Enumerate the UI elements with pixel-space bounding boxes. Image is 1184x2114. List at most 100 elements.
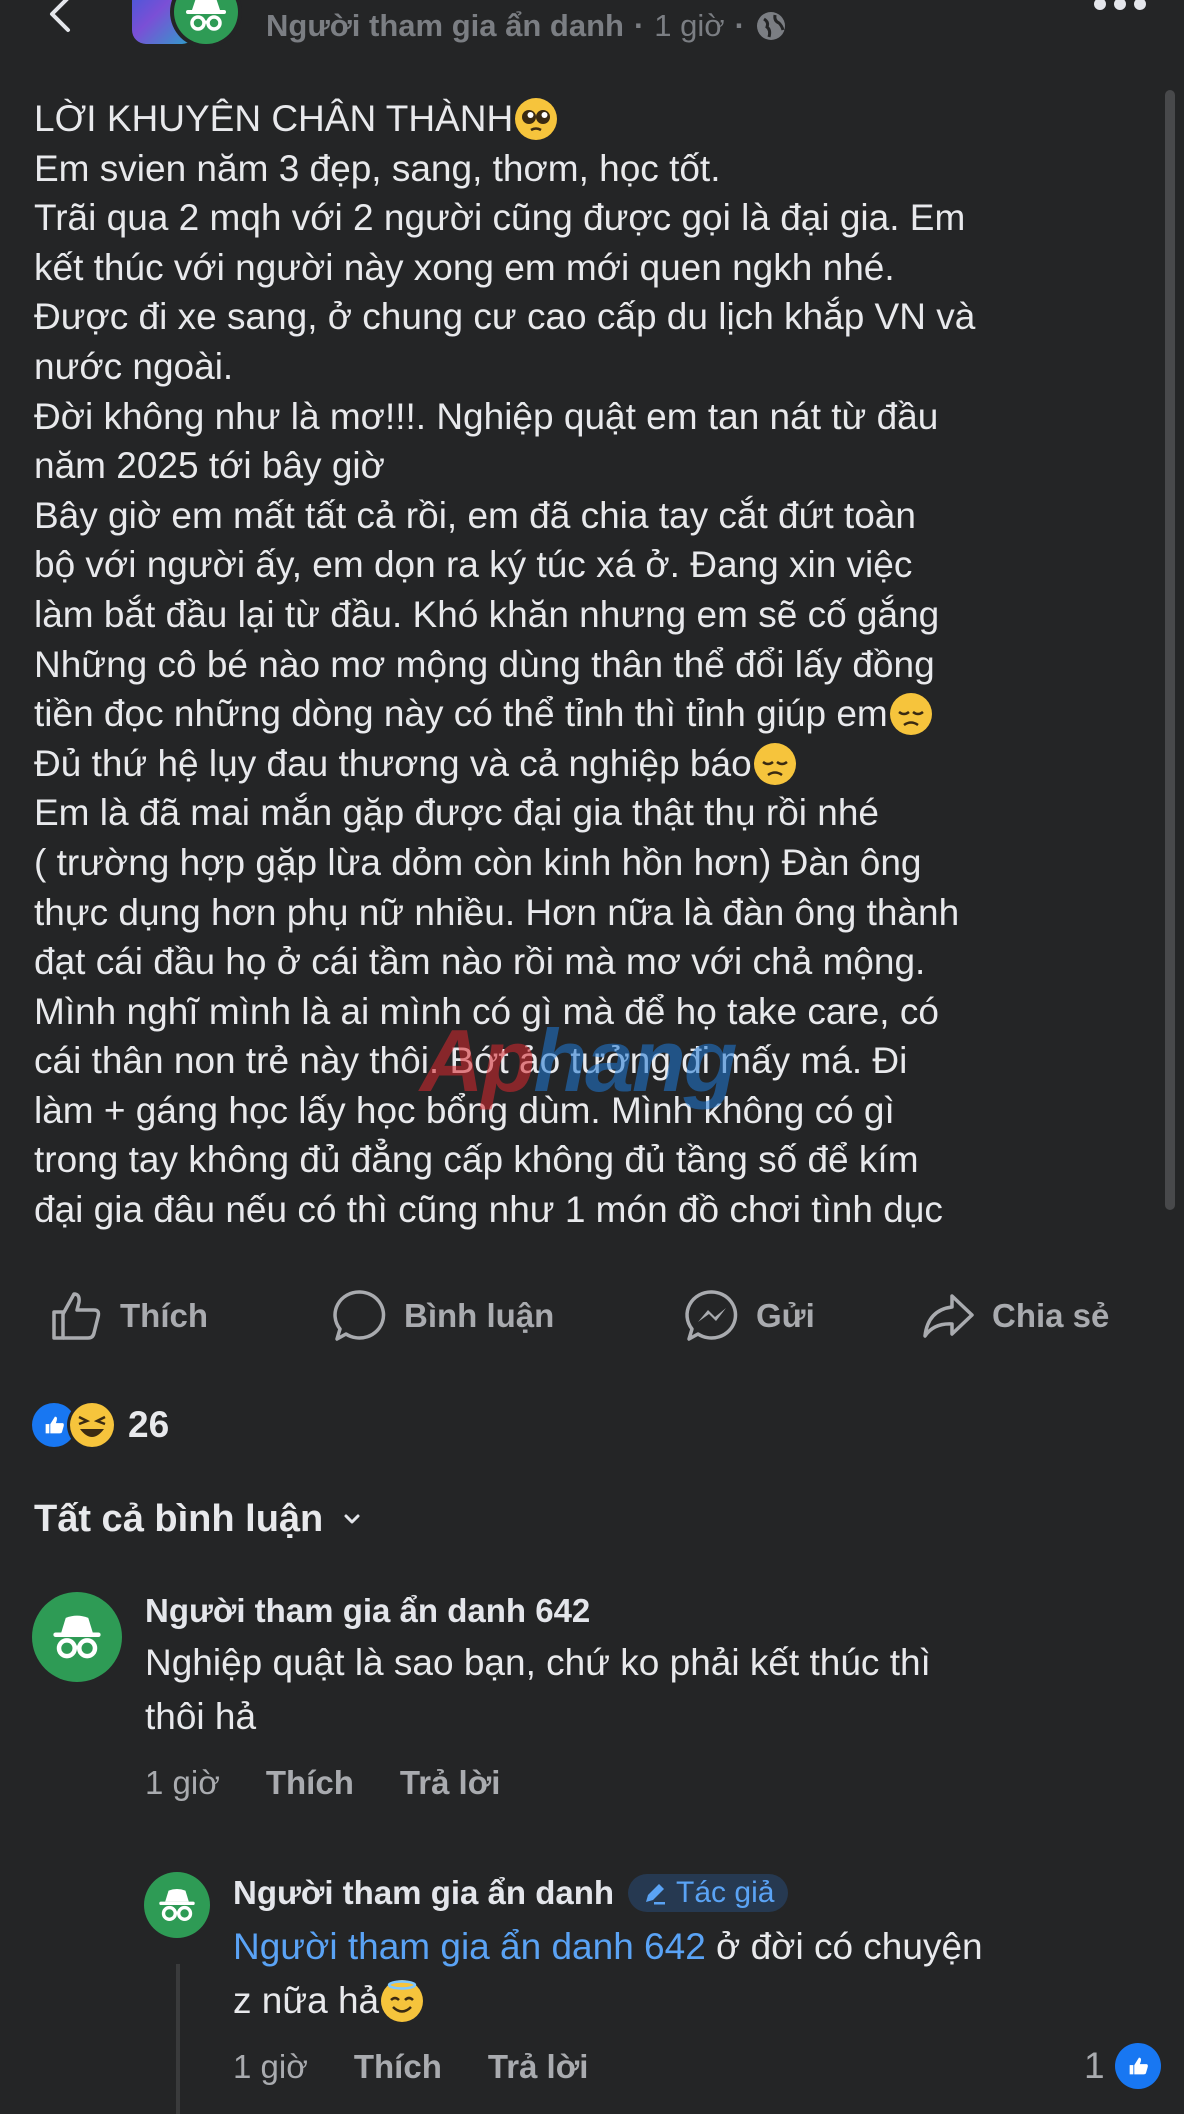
- reply-text: Người tham gia ẩn danh 642 ở đời có chuy…: [233, 1920, 1153, 2028]
- send-label: Gửi: [756, 1297, 815, 1334]
- post-line-text: thực dụng hơn phụ nữ nhiều. Hơn nữa là đ…: [34, 891, 960, 933]
- reply-reply-button[interactable]: Trả lời: [488, 2048, 589, 2086]
- thumbs-up-icon: [52, 1292, 101, 1340]
- reply-thread-line: [176, 1964, 180, 2114]
- post-line: Trãi qua 2 mqh với 2 người cũng được gọi…: [34, 193, 1154, 243]
- post-line-text: ( trường hợp gặp lừa dỏm còn kinh hồn hơ…: [34, 841, 922, 883]
- reply-time[interactable]: 1 giờ: [233, 2048, 308, 2086]
- post-line: tiền đọc những dòng này có thể tỉnh thì …: [34, 689, 1154, 739]
- share-label: Chia sẻ: [992, 1297, 1110, 1334]
- comment-bubble-icon: [333, 1290, 386, 1341]
- post-line-text: LỜI KHUYÊN CHÂN THÀNH: [34, 98, 514, 139]
- comment-reply-button[interactable]: Trả lời: [400, 1764, 501, 1802]
- pleading-face-emoji: [515, 97, 558, 140]
- reply-author-name[interactable]: Người tham gia ẩn danh: [233, 1874, 614, 1912]
- comment-text-line: thôi hả: [145, 1696, 257, 1737]
- comment-text-line: Nghiệp quật là sao bạn, chứ ko phải kết …: [145, 1642, 931, 1683]
- globe-icon: [756, 12, 785, 40]
- reply-text-line: z nữa hả: [233, 1974, 1153, 2028]
- send-button[interactable]: Gửi: [684, 1286, 815, 1346]
- post-line: đạt cái đầu họ ở cái tầm nào rồi mà mơ v…: [34, 937, 1154, 987]
- reply-actions: 1 giờ Thích Trả lời: [233, 2048, 588, 2086]
- post-line: bộ với người ấy, em dọn ra ký túc xá ở. …: [34, 540, 1154, 590]
- like-reaction-icon: [1114, 2043, 1161, 2089]
- like-label: Thích: [120, 1297, 208, 1334]
- post-line: LỜI KHUYÊN CHÂN THÀNH: [34, 94, 1154, 144]
- share-arrow-icon: [923, 1294, 974, 1338]
- post-line: nước ngoài.: [34, 342, 1154, 392]
- post-line: ( trường hợp gặp lừa dỏm còn kinh hồn hơ…: [34, 838, 1154, 888]
- post-line: trong tay không đủ đẳng cấp không đủ tần…: [34, 1135, 1154, 1185]
- reply-reaction-count[interactable]: 1: [1084, 2040, 1161, 2092]
- disappointed-face-emoji: [889, 692, 932, 735]
- more-icon[interactable]: [1090, 0, 1150, 20]
- comment-button[interactable]: Bình luận: [332, 1286, 554, 1346]
- meta-separator-2: ·: [734, 8, 745, 43]
- post-line: Em svien năm 3 đẹp, sang, thơm, học tốt.: [34, 144, 1154, 194]
- post-line-text: tiền đọc những dòng này có thể tỉnh thì …: [34, 693, 888, 735]
- scrollbar[interactable]: [1165, 90, 1175, 1210]
- reply-text-segment: ở đời có chuyện: [705, 1926, 983, 1967]
- post-line: làm bắt đầu lại từ đầu. Khó khăn nhưng e…: [34, 590, 1154, 640]
- like-button[interactable]: Thích: [48, 1286, 208, 1346]
- incognito-icon: [159, 1888, 195, 1922]
- halo-smile-emoji: [381, 1980, 424, 2022]
- post-line-text: Em là đã mai mắn gặp được đại gia thật t…: [34, 792, 880, 834]
- post-line: kết thúc với người này xong em mới quen …: [34, 243, 1154, 293]
- chevron-down-icon: [344, 1514, 360, 1524]
- post-line-text: bộ với người ấy, em dọn ra ký túc xá ở. …: [34, 544, 913, 586]
- post-line-text: đại gia đâu nếu có thì cũng như 1 món đồ…: [34, 1189, 943, 1231]
- post-line-text: Những cô bé nào mơ mộng dùng thân thể đổ…: [34, 643, 935, 685]
- messenger-icon: [685, 1290, 738, 1341]
- back-icon[interactable]: [40, 0, 80, 34]
- reply-header: Người tham gia ẩn danh Tác giả: [233, 1874, 789, 1912]
- author-name[interactable]: Người tham gia ẩn danh: [266, 8, 624, 44]
- post-header-meta: Người tham gia ẩn danh · 1 giờ ·: [266, 6, 787, 46]
- post-line-text: nước ngoài.: [34, 345, 234, 387]
- author-avatar-stack[interactable]: [132, 0, 252, 44]
- post-line-text: Bây giờ em mất tất cả rồi, em đã chia ta…: [34, 494, 916, 536]
- comments-filter-dropdown[interactable]: Tất cả bình luận: [34, 1494, 363, 1544]
- pencil-icon: [646, 1884, 666, 1905]
- mention-link[interactable]: Người tham gia ẩn danh 642: [233, 1926, 706, 1967]
- post-line: thực dụng hơn phụ nữ nhiều. Hơn nữa là đ…: [34, 888, 1154, 938]
- haha-reaction-icon: [70, 1403, 114, 1447]
- incognito-icon: [186, 0, 226, 31]
- reply-like-button[interactable]: Thích: [354, 2048, 442, 2086]
- share-button[interactable]: Chia sẻ: [920, 1286, 1109, 1346]
- post-line: Đủ thứ hệ lụy đau thương và cả nghiệp bá…: [34, 739, 1154, 789]
- watermark-part-blue: hang: [533, 1011, 737, 1110]
- reply-text-line: Người tham gia ẩn danh 642 ở đời có chuy…: [233, 1920, 1153, 1974]
- anonymous-avatar: [174, 0, 238, 44]
- post-line: Em là đã mai mắn gặp được đại gia thật t…: [34, 788, 1154, 838]
- post-line: Đời không như là mơ!!!. Nghiệp quật em t…: [34, 392, 1154, 442]
- reaction-summary[interactable]: 26: [32, 1400, 169, 1450]
- reply-like-count: 1: [1084, 2045, 1105, 2086]
- comment-text: Nghiệp quật là sao bạn, chứ ko phải kết …: [145, 1636, 1145, 1744]
- reply-text-segment: z nữa hả: [233, 1980, 380, 2021]
- post-line: năm 2025 tới bây giờ: [34, 441, 1154, 491]
- post-time[interactable]: 1 giờ: [654, 8, 724, 44]
- author-reply-avatar[interactable]: [144, 1872, 210, 1938]
- post-line-text: Trãi qua 2 mqh với 2 người cũng được gọi…: [34, 197, 966, 239]
- commenter-avatar[interactable]: [32, 1592, 122, 1682]
- watermark-logo: Aphang: [420, 1010, 738, 1112]
- comment-time[interactable]: 1 giờ: [145, 1764, 220, 1802]
- watermark-part-red: Ap: [420, 1011, 535, 1110]
- comment-actions: 1 giờ Thích Trả lời: [145, 1764, 500, 1802]
- post-line: Được đi xe sang, ở chung cư cao cấp du l…: [34, 292, 1154, 342]
- post-line-text: kết thúc với người này xong em mới quen …: [34, 246, 895, 288]
- post-line-text: Được đi xe sang, ở chung cư cao cấp du l…: [34, 296, 976, 338]
- post-line-text: Đủ thứ hệ lụy đau thương và cả nghiệp bá…: [34, 742, 752, 784]
- author-badge: Tác giả: [628, 1874, 789, 1912]
- post-line-text: đạt cái đầu họ ở cái tầm nào rồi mà mơ v…: [34, 941, 926, 983]
- post-line-text: Đời không như là mơ!!!. Nghiệp quật em t…: [34, 395, 939, 437]
- comment-like-button[interactable]: Thích: [266, 1764, 354, 1802]
- post-line-text: làm bắt đầu lại từ đầu. Khó khăn nhưng e…: [34, 593, 940, 635]
- reaction-count: 26: [128, 1404, 170, 1445]
- incognito-icon: [53, 1615, 101, 1659]
- author-badge-label: Tác giả: [676, 1876, 775, 1909]
- meta-separator: ·: [633, 8, 645, 43]
- post-line: Bây giờ em mất tất cả rồi, em đã chia ta…: [34, 491, 1154, 541]
- commenter-name[interactable]: Người tham gia ẩn danh 642: [145, 1592, 590, 1630]
